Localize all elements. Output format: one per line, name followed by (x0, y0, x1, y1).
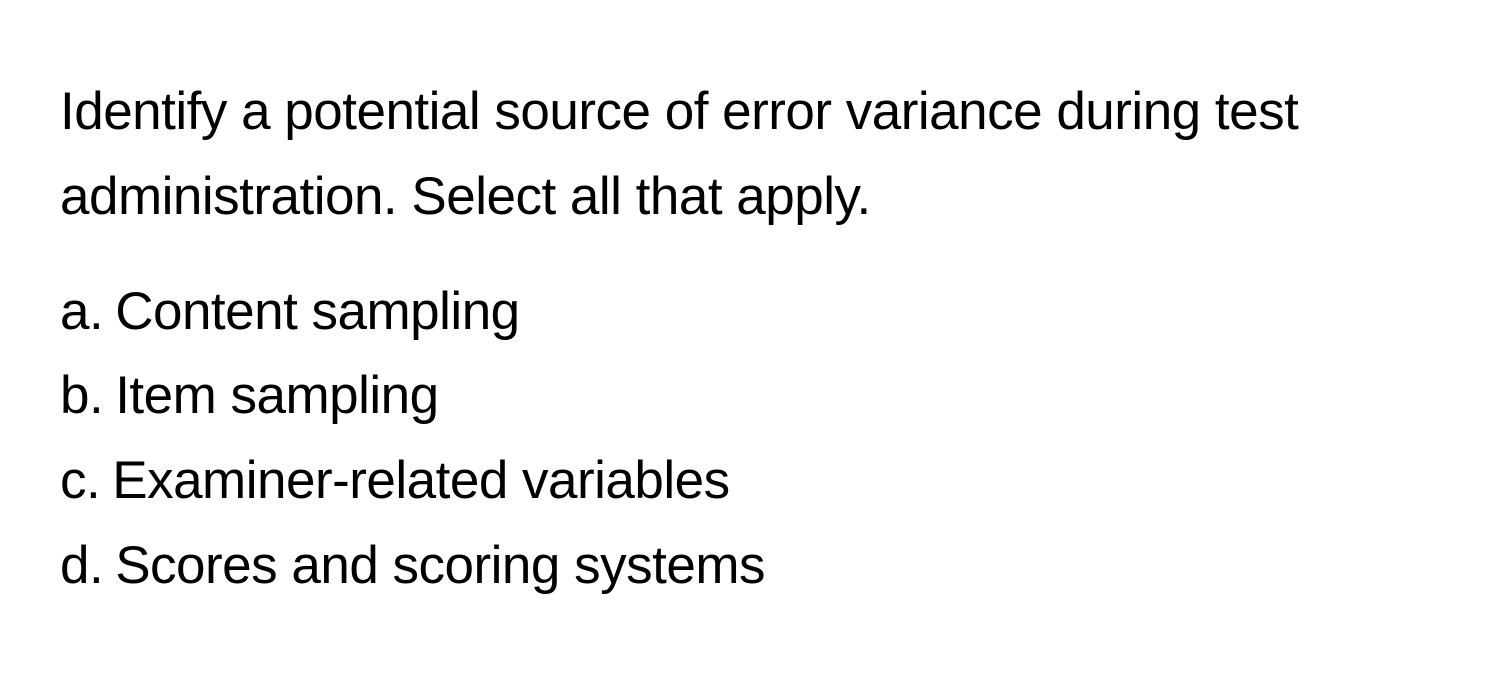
option-letter: d. (60, 524, 103, 609)
option-b[interactable]: b. Item sampling (60, 354, 1440, 439)
option-c[interactable]: c. Examiner-related variables (60, 439, 1440, 524)
option-letter: a. (60, 270, 103, 355)
option-text: Examiner-related variables (112, 439, 729, 524)
question-text: Identify a potential source of error var… (60, 70, 1440, 240)
option-text: Content sampling (115, 270, 519, 355)
question-container: Identify a potential source of error var… (60, 70, 1440, 609)
option-letter: c. (60, 439, 100, 524)
option-text: Scores and scoring systems (115, 524, 765, 609)
option-text: Item sampling (115, 354, 438, 439)
option-d[interactable]: d. Scores and scoring systems (60, 524, 1440, 609)
option-letter: b. (60, 354, 103, 439)
options-list: a. Content sampling b. Item sampling c. … (60, 270, 1440, 609)
option-a[interactable]: a. Content sampling (60, 270, 1440, 355)
